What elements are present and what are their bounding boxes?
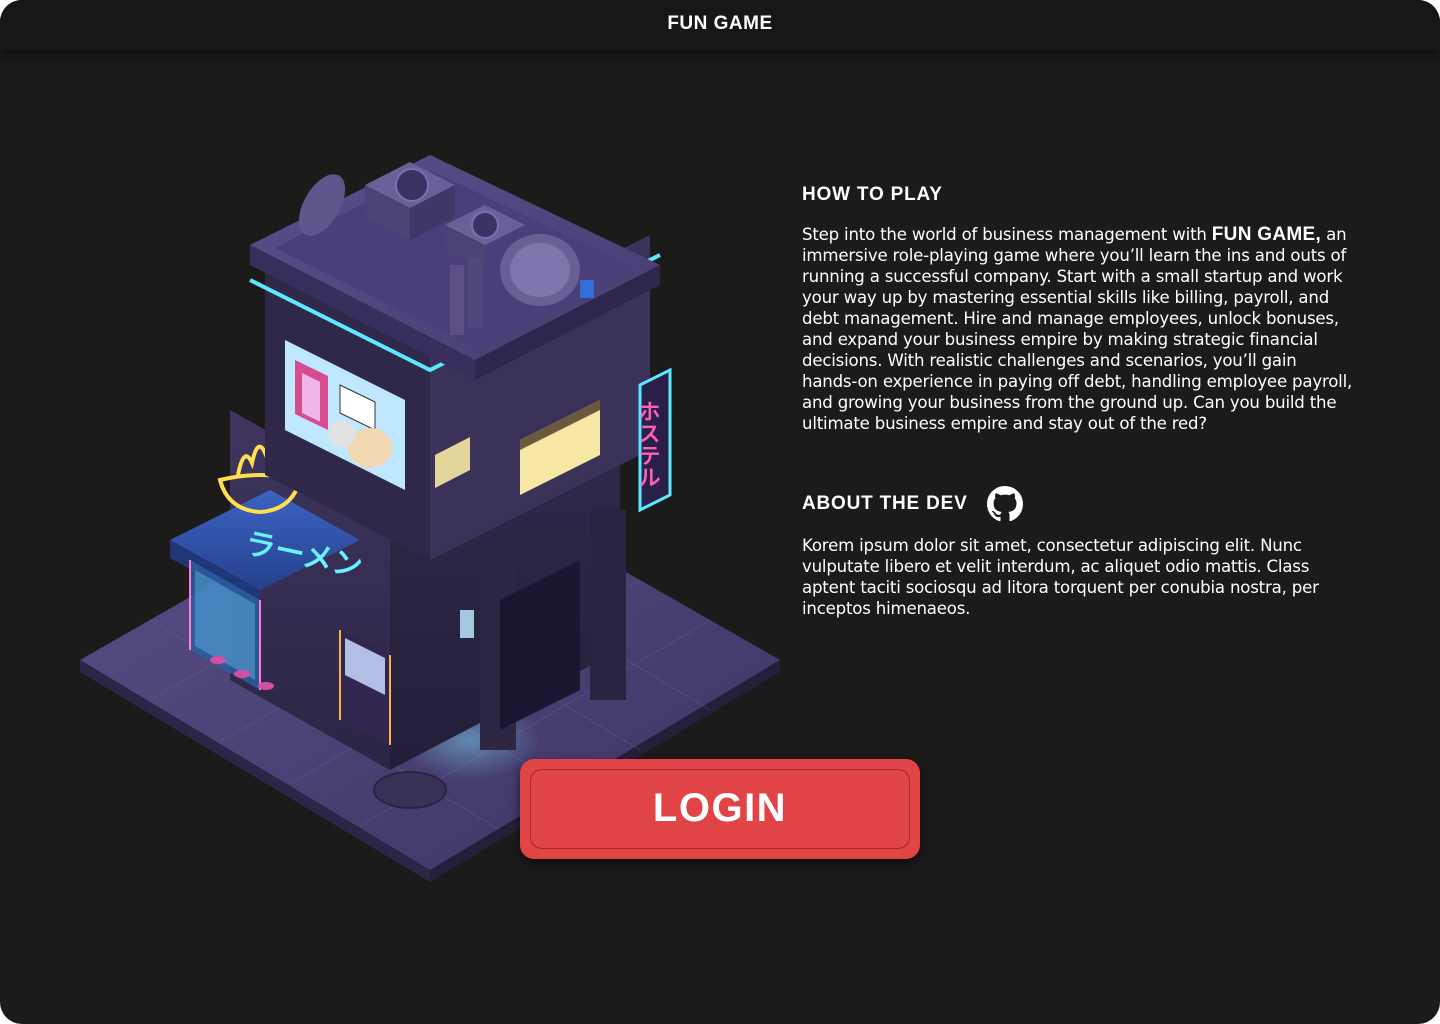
app-title: FUN GAME [667,13,773,34]
about-dev-text: Korem ipsum dolor sit amet, consectetur … [802,536,1319,618]
svg-text:ホステル: ホステル [635,400,660,488]
how-to-play-text: Step into the world of business manageme… [802,224,1357,434]
login-button[interactable]: LOGIN [520,759,920,859]
how-to-play-game-name: FUN GAME, [1211,224,1322,245]
about-dev-heading: ABOUT THE DEV [802,493,968,514]
login-button-label: LOGIN [652,786,788,830]
title-bar: FUN GAME [0,0,1440,50]
how-to-play-text-prefix: Step into the world of business manageme… [802,225,1212,244]
how-to-play-text-suffix: an immersive role-playing game where you… [802,225,1353,433]
app-window: FUN GAME ラーメン ホステル HOW TO PLAY Step into… [0,0,1440,1024]
about-dev-header: ABOUT THE DEV [802,486,1023,522]
how-to-play-heading: HOW TO PLAY [802,184,943,205]
github-icon[interactable] [986,486,1023,522]
